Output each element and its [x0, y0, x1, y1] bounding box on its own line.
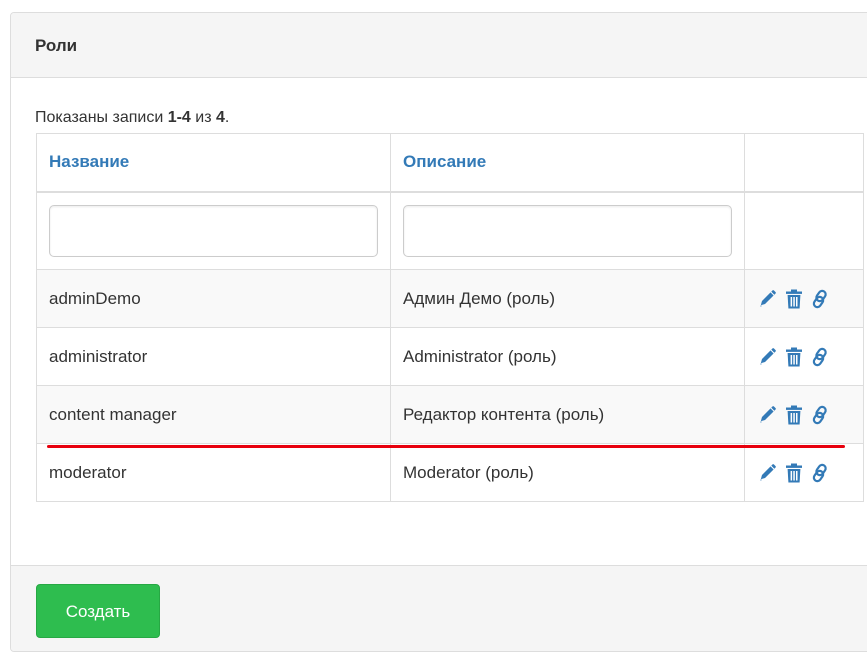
row-actions [757, 346, 851, 368]
table-row: adminDemo Админ Демо (роль) [36, 269, 864, 328]
pencil-icon[interactable] [757, 404, 778, 426]
pencil-icon[interactable] [757, 288, 778, 310]
actions-cell [744, 269, 864, 328]
summary-total: 4 [216, 109, 225, 126]
column-header-description[interactable]: Описание [390, 133, 745, 193]
roles-panel: Роли Показаны записи 1-4 из 4. Название … [10, 12, 867, 652]
role-name-cell: adminDemo [36, 269, 391, 328]
filter-row [36, 191, 864, 270]
panel-heading: Роли [11, 13, 867, 78]
trash-icon[interactable] [783, 346, 804, 368]
pencil-icon[interactable] [757, 346, 778, 368]
column-header-name[interactable]: Название [36, 133, 391, 193]
row-actions [757, 288, 851, 310]
filter-cell-description [390, 191, 745, 270]
pencil-icon[interactable] [757, 462, 778, 484]
trash-icon[interactable] [783, 288, 804, 310]
row-actions [757, 462, 851, 484]
summary-middle: из [190, 109, 216, 126]
create-button[interactable]: Создать [36, 584, 160, 638]
role-description: Administrator (роль) [403, 346, 557, 366]
table-row: moderator Moderator (роль) [36, 443, 864, 502]
row-actions [757, 404, 851, 426]
role-description: Moderator (роль) [403, 462, 534, 482]
table-row: administrator Administrator (роль) [36, 327, 864, 386]
role-description-cell: Moderator (роль) [390, 443, 745, 502]
link-icon[interactable] [809, 288, 830, 310]
role-name: administrator [49, 346, 148, 366]
role-description-cell: Administrator (роль) [390, 327, 745, 386]
grid-summary: Показаны записи 1-4 из 4. [35, 109, 229, 127]
summary-prefix: Показаны записи [35, 109, 168, 126]
filter-cell-actions [744, 191, 864, 270]
filter-cell-name [36, 191, 391, 270]
red-underline-annotation [47, 445, 845, 448]
column-header-actions [744, 133, 864, 193]
actions-cell [744, 385, 864, 444]
role-name: adminDemo [49, 288, 141, 308]
actions-cell [744, 443, 864, 502]
description-filter-input[interactable] [403, 204, 732, 257]
panel-title: Роли [35, 36, 78, 55]
actions-cell [744, 327, 864, 386]
table-body: adminDemo Админ Демо (роль) administrato… [36, 269, 864, 502]
link-icon[interactable] [809, 462, 830, 484]
trash-icon[interactable] [783, 404, 804, 426]
role-name-cell: moderator [36, 443, 391, 502]
header-row: Название Описание [36, 133, 864, 193]
role-description: Админ Демо (роль) [403, 288, 556, 308]
role-description: Редактор контента (роль) [403, 404, 605, 424]
role-description-cell: Админ Демо (роль) [390, 269, 745, 328]
role-name: content manager [49, 404, 177, 424]
panel-footer: Создать [11, 565, 867, 651]
role-description-cell: Редактор контента (роль) [390, 385, 745, 444]
column-header-name-label[interactable]: Название [49, 152, 129, 171]
role-name-cell: administrator [36, 327, 391, 386]
table-row: content manager Редактор контента (роль) [36, 385, 864, 444]
name-filter-input[interactable] [49, 204, 378, 257]
link-icon[interactable] [809, 346, 830, 368]
summary-range: 1-4 [167, 109, 191, 126]
link-icon[interactable] [809, 404, 830, 426]
trash-icon[interactable] [783, 462, 804, 484]
role-name-cell: content manager [36, 385, 391, 444]
summary-suffix: . [224, 109, 230, 126]
role-name: moderator [49, 462, 127, 482]
column-header-description-label[interactable]: Описание [403, 152, 486, 171]
